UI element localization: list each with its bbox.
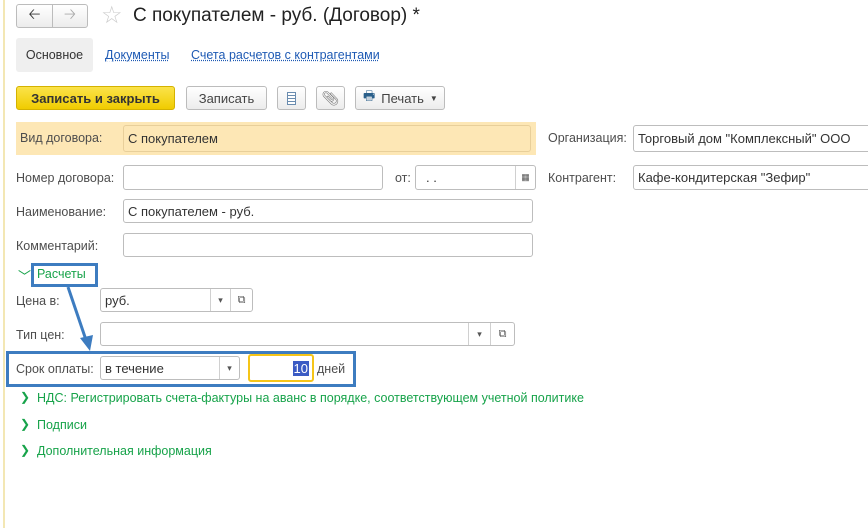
signatures-group-toggle[interactable]: Подписи bbox=[37, 418, 87, 432]
additional-info-group-toggle[interactable]: Дополнительная информация bbox=[37, 444, 212, 458]
chevron-right-icon[interactable]: ❯ bbox=[20, 417, 30, 431]
chevron-right-icon[interactable]: ❯ bbox=[20, 443, 30, 457]
vat-group-toggle[interactable]: НДС: Регистрировать счета-фактуры на ава… bbox=[37, 391, 584, 405]
chevron-right-icon[interactable]: ❯ bbox=[20, 390, 30, 404]
